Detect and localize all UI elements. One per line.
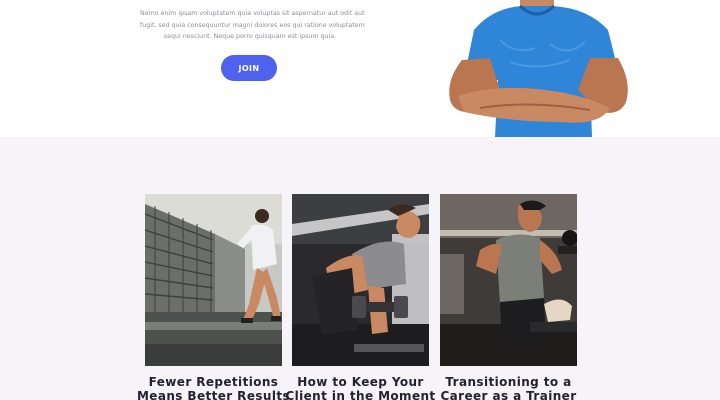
article-title[interactable]: How to Keep Your Client in the Moment (282, 375, 439, 400)
hero-description: Nemo enim ipsam voluptatem quia voluptas… (140, 8, 365, 43)
trainer-photo (440, 194, 577, 366)
article-image-runner[interactable] (145, 194, 282, 366)
article-title-line: Career as a Trainer (440, 389, 577, 400)
trainer-illustration (449, 0, 628, 137)
hero-section: Nemo enim ipsam voluptatem quia voluptas… (0, 0, 720, 137)
page: Nemo enim ipsam voluptatem quia voluptas… (0, 0, 720, 400)
hero-trainer-image (440, 0, 640, 137)
article-title-line: Transitioning to a (445, 375, 572, 389)
runner-photo (145, 194, 282, 366)
article-title-line: Client in the Moment (285, 389, 436, 400)
article-title-line: Means Better Results (136, 389, 291, 400)
hero-cropped-text-glyphs (218, 0, 282, 3)
article-title-line: Fewer Repetitions (148, 375, 279, 389)
dumbbell-photo (292, 194, 429, 366)
article-title[interactable]: Transitioning to a Career as a Trainer (430, 375, 587, 400)
articles-section: Fewer Repetitions Means Better Results H… (0, 137, 720, 400)
article-title-line: How to Keep Your (297, 375, 424, 389)
article-image-dumbbell[interactable] (292, 194, 429, 366)
hero-description-line: sequi nesciunt. Neque porro quisquam est… (163, 33, 337, 40)
hero-description-line: fugit, sed quia consequuntur magni dolor… (140, 21, 365, 29)
join-button[interactable]: JOIN (221, 55, 277, 81)
hero-cropped-text (218, 0, 282, 3)
article-title[interactable]: Fewer Repetitions Means Better Results (135, 375, 292, 400)
article-image-trainer[interactable] (440, 194, 577, 366)
hero-description-line: Nemo enim ipsam voluptatem quia voluptas… (140, 10, 365, 17)
